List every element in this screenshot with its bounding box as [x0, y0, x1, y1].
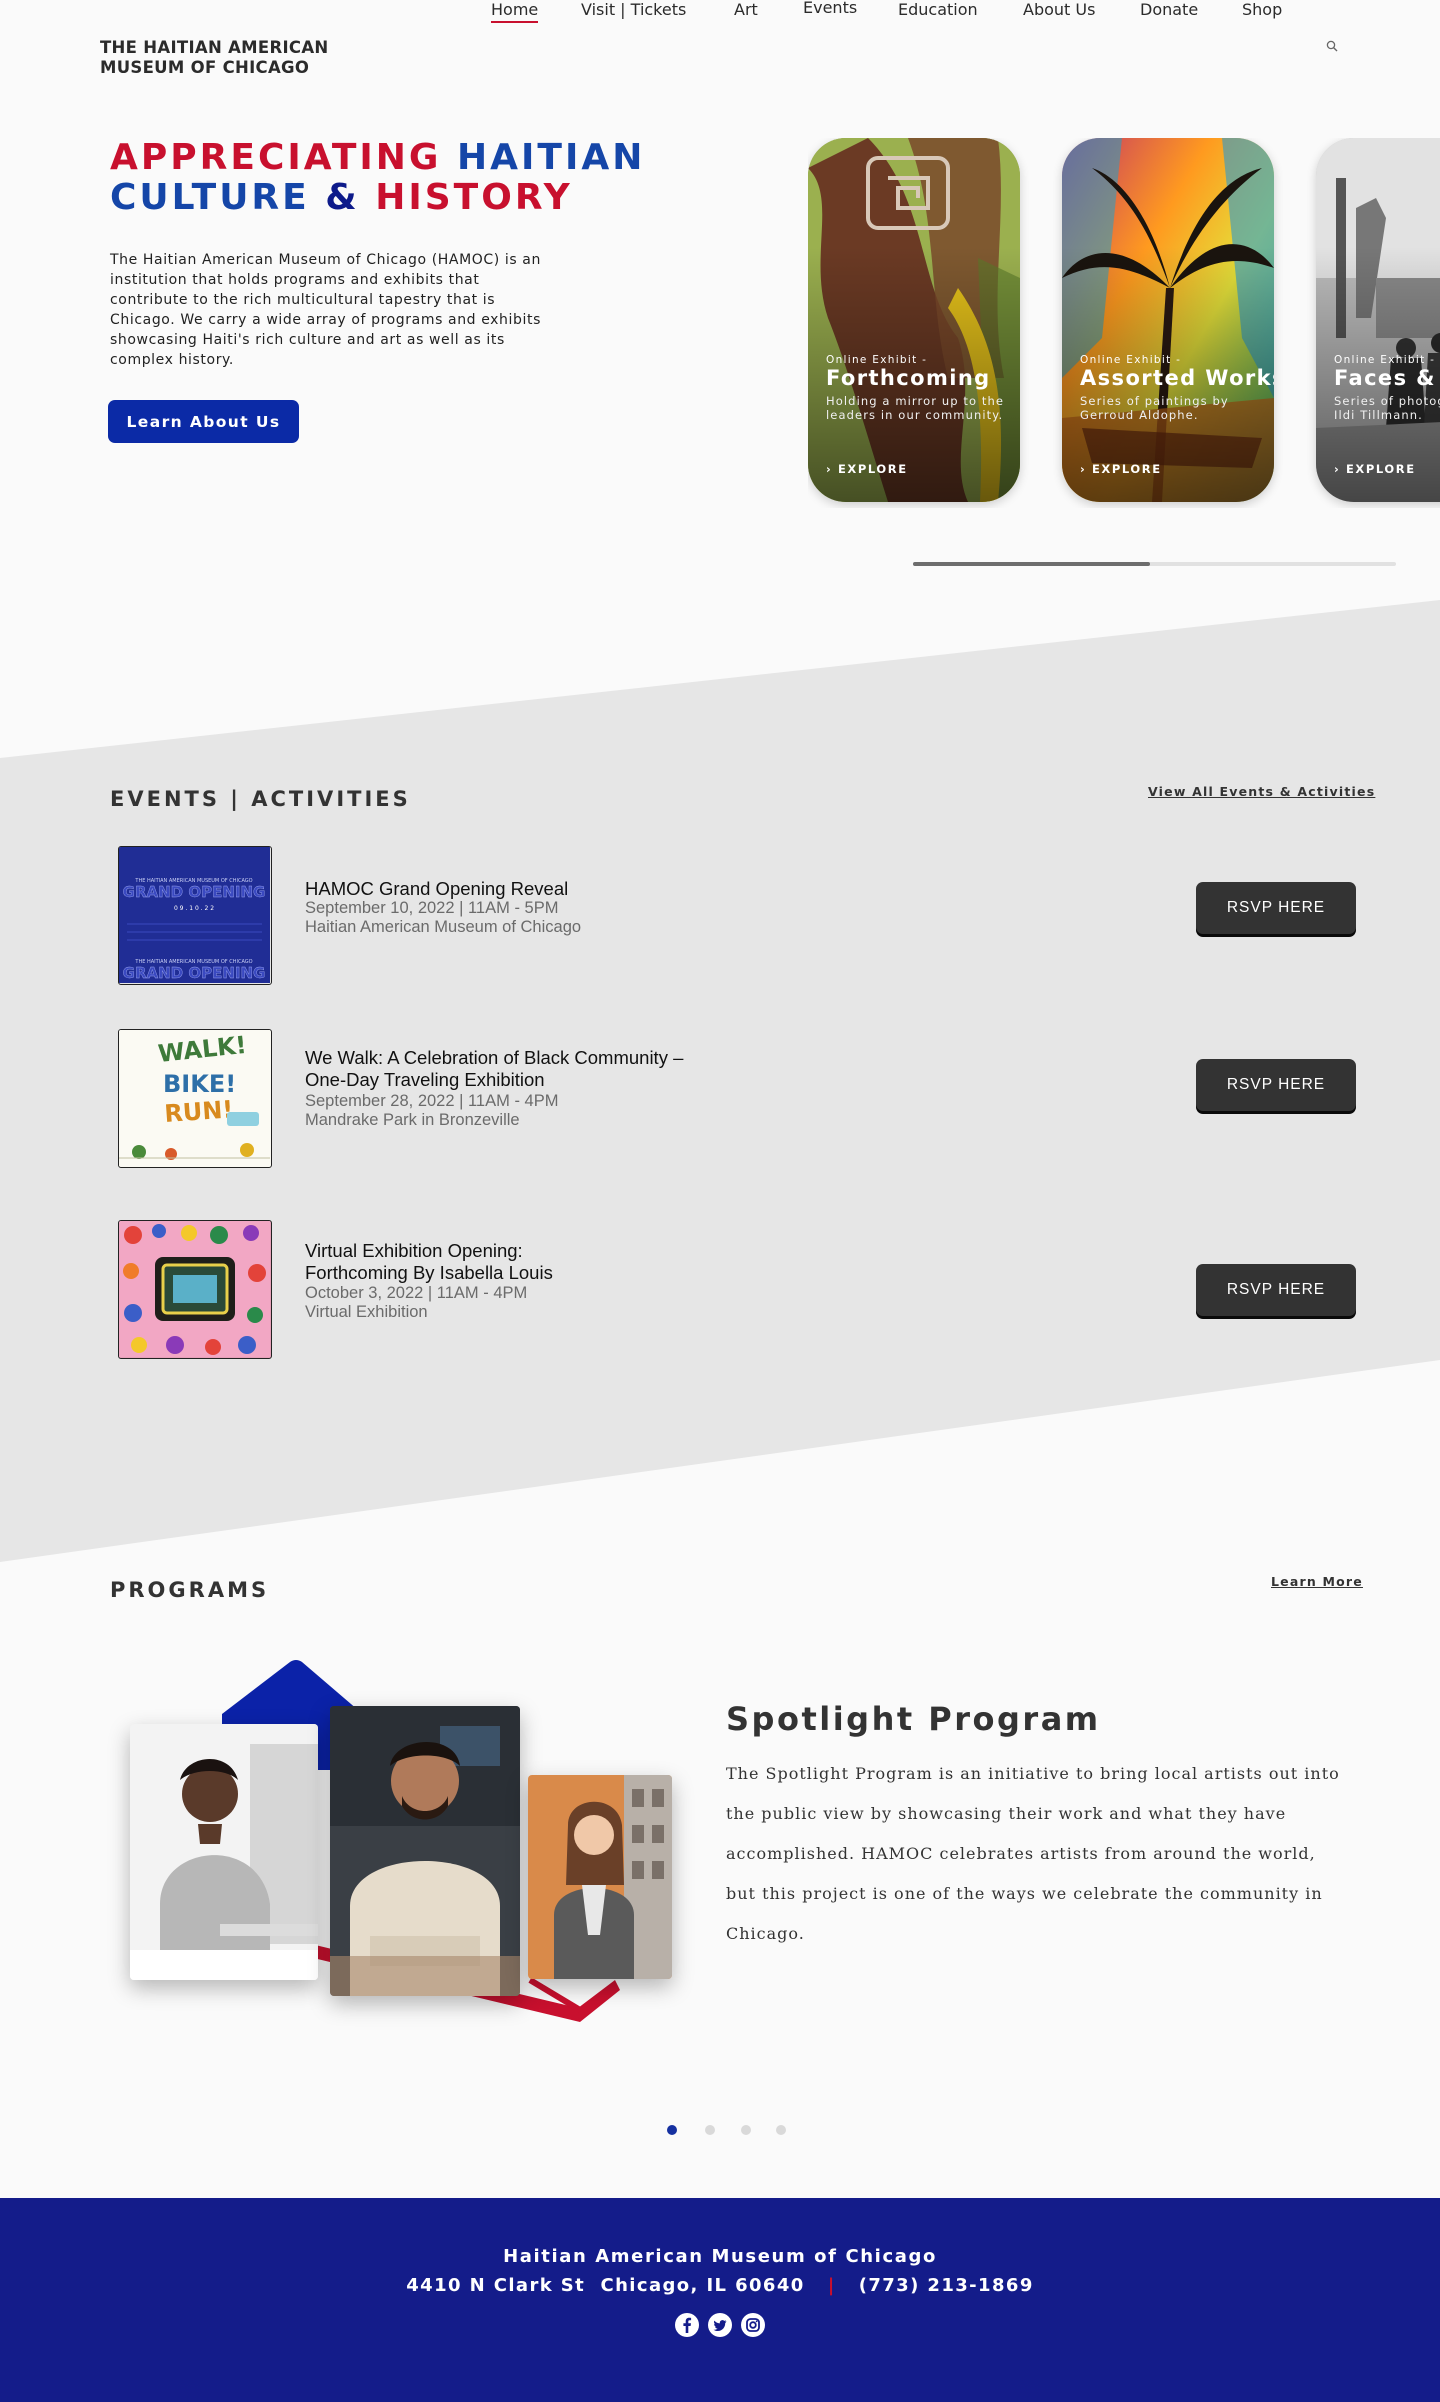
logo-line-2: MUSEUM OF CHICAGO [100, 58, 310, 77]
programs-slide-dot-4[interactable] [776, 2125, 786, 2135]
card-explore-link[interactable]: › EXPLORE [826, 462, 908, 476]
nav-visit-tickets[interactable]: Visit | Tickets [581, 0, 686, 19]
logo-line-1: THE HAITIAN AMERICAN [100, 38, 329, 57]
view-all-events-link[interactable]: View All Events & Activities [1148, 784, 1375, 799]
event-date: October 3, 2022 | 11AM - 4PM [305, 1284, 528, 1302]
instagram-icon[interactable] [740, 2312, 766, 2338]
hero-title-word-appreciating: APPRECIATING [110, 137, 442, 178]
forthcoming-exhibition-poster-image [119, 1221, 270, 1357]
rsvp-button[interactable]: RSVP HERE [1196, 1059, 1356, 1111]
card-kicker: Online Exhibit - [1080, 354, 1182, 366]
svg-text:BIKE!: BIKE! [163, 1070, 236, 1098]
hero-title-word-history: HISTORY [375, 177, 573, 218]
exhibit-card-faces-places[interactable]: Online Exhibit - Faces & Places Series o… [1316, 138, 1440, 502]
event-date: September 10, 2022 | 11AM - 5PM [305, 899, 559, 917]
footer-socials [674, 2312, 770, 2338]
event-title-line-2[interactable]: One-Day Traveling Exhibition [305, 1069, 545, 1091]
programs-heading: PROGRAMS [110, 1578, 270, 1602]
program-photo-woman-portrait [528, 1775, 672, 1979]
nav-about-us[interactable]: About Us [1023, 0, 1095, 19]
exhibit-card-forthcoming[interactable]: Online Exhibit - Forthcoming Holding a m… [808, 138, 1020, 502]
card-explore-link[interactable]: › EXPLORE [1334, 462, 1416, 476]
carousel-scrollbar[interactable] [913, 562, 1396, 566]
programs-slide-dot-2[interactable] [705, 2125, 715, 2135]
hero-description: The Haitian American Museum of Chicago (… [110, 252, 541, 368]
event-item: Virtual Exhibition Opening: Forthcoming … [118, 1220, 1358, 1360]
hero-title-word-culture: CULTURE [110, 177, 310, 218]
event-title[interactable]: Virtual Exhibition Opening: [305, 1240, 523, 1262]
card-kicker: Online Exhibit - [826, 354, 928, 366]
event-title[interactable]: We Walk: A Celebration of Black Communit… [305, 1047, 683, 1069]
svg-text:GRAND OPENING: GRAND OPENING [123, 883, 266, 901]
search-icon[interactable] [1326, 40, 1338, 52]
events-heading: EVENTS | ACTIVITIES [110, 787, 411, 811]
spotlight-program-title: Spotlight Program [726, 1700, 1101, 1738]
svg-text:RUN!: RUN! [163, 1095, 234, 1128]
rsvp-button[interactable]: RSVP HERE [1196, 1264, 1356, 1316]
event-title[interactable]: HAMOC Grand Opening Reveal [305, 878, 568, 900]
hero-title-ampersand: & [325, 177, 360, 218]
facebook-icon[interactable] [674, 2312, 700, 2338]
programs-slide-dot-3[interactable] [741, 2125, 751, 2135]
we-walk-poster-image: WALK! BIKE! RUN! [119, 1030, 270, 1166]
event-item: THE HAITIAN AMERICAN MUSEUM OF CHICAGO G… [118, 846, 1358, 986]
card-description: Holding a mirror up to the leaders in ou… [826, 394, 1005, 422]
card-explore-link[interactable]: › EXPLORE [1080, 462, 1162, 476]
chevron-right-icon: › [1080, 462, 1087, 476]
nav-education[interactable]: Education [898, 0, 978, 19]
rsvp-button[interactable]: RSVP HERE [1196, 882, 1356, 934]
grand-opening-poster[interactable]: THE HAITIAN AMERICAN MUSEUM OF CHICAGO G… [118, 846, 272, 985]
footer-contact-line: 4410 N Clark St Chicago, IL 60640 | (773… [0, 2275, 1440, 2296]
nav-donate[interactable]: Donate [1140, 0, 1198, 19]
site-footer: Haitian American Museum of Chicago 4410 … [0, 2198, 1440, 2402]
we-walk-poster[interactable]: WALK! BIKE! RUN! [118, 1029, 272, 1168]
programs-learn-more-link[interactable]: Learn More [1271, 1574, 1363, 1589]
nav-home[interactable]: Home [491, 0, 539, 23]
footer-museum-name: Haitian American Museum of Chicago [503, 2246, 937, 2267]
event-location: Virtual Exhibition [305, 1303, 428, 1321]
nav-shop[interactable]: Shop [1242, 0, 1282, 19]
footer-phone[interactable]: (773) 213-1869 [859, 2275, 1034, 2296]
event-location: Haitian American Museum of Chicago [305, 918, 582, 936]
site-logo[interactable]: THE HAITIAN AMERICAN MUSEUM OF CHICAGO [100, 38, 329, 78]
card-title: Faces & Places [1334, 366, 1440, 390]
exhibit-carousel[interactable]: Online Exhibit - Forthcoming Holding a m… [808, 138, 1440, 508]
chevron-right-icon: › [1334, 462, 1341, 476]
footer-address: 4410 N Clark St Chicago, IL 60640 [406, 2275, 805, 2296]
card-description: Series of paintings by Gerroud Aldophe. [1080, 394, 1229, 422]
program-photo-woman-laptop [130, 1724, 318, 1980]
learn-about-us-button[interactable]: Learn About Us [108, 400, 299, 443]
card-description: Series of photographs by Ildi Tillmann. [1334, 394, 1440, 422]
nav-events[interactable]: Events [803, 0, 857, 17]
event-location: Mandrake Park in Bronzeville [305, 1111, 520, 1129]
spotlight-program-description: The Spotlight Program is an initiative t… [726, 1764, 1340, 1943]
forthcoming-exhibition-poster[interactable] [118, 1220, 272, 1359]
event-item: WALK! BIKE! RUN! We Walk: A Celebration … [118, 1029, 1358, 1169]
carousel-scrollbar-thumb[interactable] [913, 562, 1150, 566]
footer-separator: | [827, 2275, 836, 2296]
chevron-right-icon: › [826, 462, 833, 476]
card-title: Assorted Works [1080, 366, 1274, 390]
nav-art[interactable]: Art [734, 0, 758, 19]
svg-text:0 9 . 1 0 . 2 2: 0 9 . 1 0 . 2 2 [174, 905, 214, 912]
card-kicker: Online Exhibit - [1334, 354, 1436, 366]
grand-opening-poster-image: THE HAITIAN AMERICAN MUSEUM OF CHICAGO G… [119, 847, 270, 983]
site-header: THE HAITIAN AMERICAN MUSEUM OF CHICAGO H… [0, 0, 1440, 110]
event-date: September 28, 2022 | 11AM - 4PM [305, 1092, 559, 1110]
hero-title: APPRECIATING HAITIAN CULTURE & HISTORY [110, 138, 645, 218]
twitter-icon[interactable] [707, 2312, 733, 2338]
svg-text:GRAND OPENING: GRAND OPENING [123, 964, 266, 982]
exhibit-card-assorted-works[interactable]: Online Exhibit - Assorted Works Series o… [1062, 138, 1274, 502]
program-photo-man-smiling [330, 1706, 520, 1996]
card-title: Forthcoming [826, 366, 991, 390]
programs-slide-dot-1[interactable] [667, 2125, 677, 2135]
hero-title-word-haitian: HAITIAN [457, 137, 646, 178]
event-title-line-2[interactable]: Forthcoming By Isabella Louis [305, 1262, 553, 1284]
